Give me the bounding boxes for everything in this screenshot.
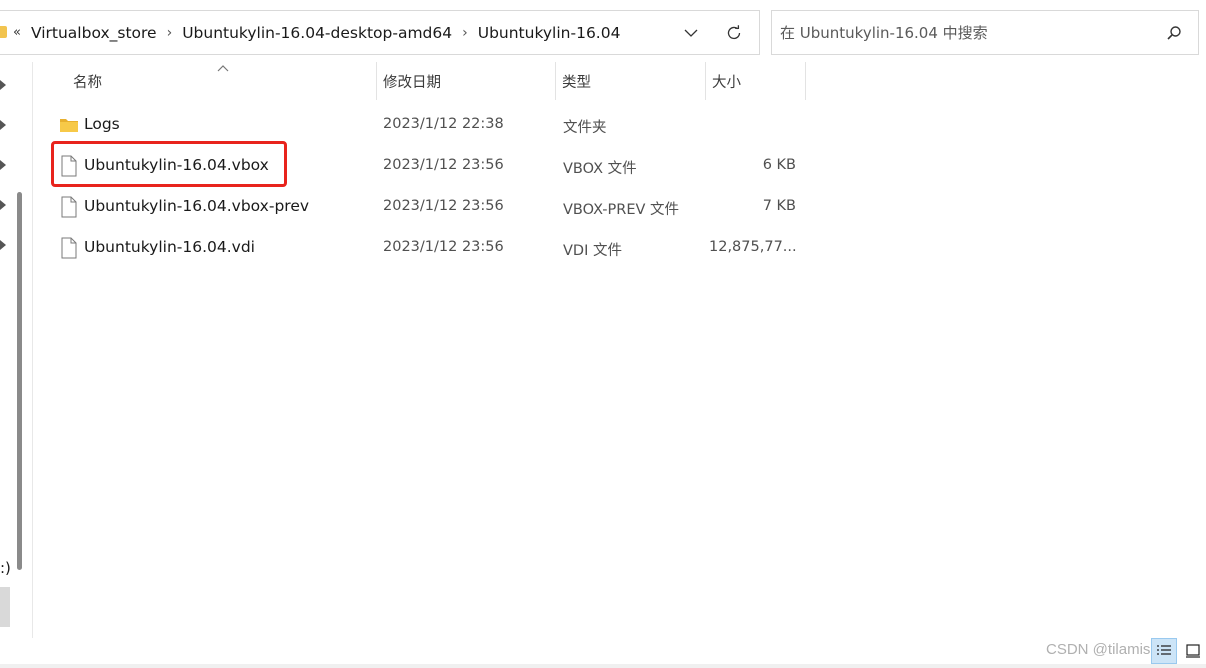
- expand-arrow-icon[interactable]: [0, 120, 8, 130]
- file-list: 名称 修改日期 类型 大小 Logs 2023/1/12 22:38 文件夹 U…: [33, 62, 1206, 638]
- file-type: VBOX-PREV 文件: [563, 202, 680, 218]
- details-view-icon: [1157, 645, 1171, 655]
- expand-arrow-icon[interactable]: [0, 200, 8, 210]
- chevron-down-icon: [684, 29, 698, 37]
- large-icons-view-button[interactable]: [1180, 638, 1206, 664]
- watermark: CSDN @tilamisu: [1046, 641, 1159, 658]
- breadcrumb: « Virtualbox_store › Ubuntukylin-16.04-d…: [13, 11, 620, 54]
- chevron-right-icon[interactable]: ›: [462, 25, 468, 41]
- file-type: VDI 文件: [563, 243, 622, 259]
- file-size: 12,875,77...: [709, 239, 796, 255]
- breadcrumb-overflow-button[interactable]: «: [13, 25, 21, 40]
- column-header-type[interactable]: 类型: [555, 62, 705, 100]
- column-header-name[interactable]: 名称: [66, 62, 376, 100]
- column-header-size[interactable]: 大小: [705, 62, 805, 100]
- address-bar[interactable]: « Virtualbox_store › Ubuntukylin-16.04-d…: [0, 10, 760, 55]
- file-date: 2023/1/12 23:56: [383, 198, 504, 214]
- file-name: Logs: [84, 115, 120, 133]
- file-row-vbox[interactable]: Ubuntukylin-16.04.vbox 2023/1/12 23:56 V…: [49, 145, 809, 186]
- folder-icon: [0, 26, 7, 38]
- breadcrumb-item-desktop-amd64[interactable]: Ubuntukylin-16.04-desktop-amd64: [182, 24, 452, 42]
- search-button[interactable]: [1164, 23, 1184, 43]
- status-bar: [0, 664, 1206, 668]
- file-row-vbox-prev[interactable]: Ubuntukylin-16.04.vbox-prev 2023/1/12 23…: [49, 186, 809, 227]
- file-icon: [61, 196, 77, 218]
- toolbar: « Virtualbox_store › Ubuntukylin-16.04-d…: [0, 0, 1206, 62]
- file-type: VBOX 文件: [563, 161, 637, 177]
- file-explorer-window: « Virtualbox_store › Ubuntukylin-16.04-d…: [0, 0, 1206, 668]
- breadcrumb-item-virtualbox-store[interactable]: Virtualbox_store: [31, 24, 157, 42]
- file-date: 2023/1/12 22:38: [383, 116, 504, 132]
- refresh-icon: [727, 25, 741, 40]
- file-type: 文件夹: [563, 120, 607, 136]
- nav-selected-item[interactable]: [0, 587, 10, 627]
- address-history-dropdown[interactable]: [681, 24, 701, 42]
- nav-item-drive-label[interactable]: :): [0, 559, 11, 577]
- details-view-button[interactable]: [1151, 638, 1177, 664]
- column-divider[interactable]: [805, 62, 806, 100]
- file-date: 2023/1/12 23:56: [383, 239, 504, 255]
- expand-arrow-icon[interactable]: [0, 160, 8, 170]
- file-size: 7 KB: [762, 198, 796, 214]
- file-icon: [61, 155, 77, 177]
- expand-arrow-icon[interactable]: [0, 80, 8, 90]
- file-row-logs[interactable]: Logs 2023/1/12 22:38 文件夹: [49, 104, 809, 145]
- navigation-scrollbar[interactable]: [17, 192, 22, 570]
- column-header-date[interactable]: 修改日期: [376, 62, 555, 100]
- refresh-button[interactable]: [723, 22, 745, 44]
- search-box[interactable]: [771, 10, 1199, 55]
- file-name: Ubuntukylin-16.04.vdi: [84, 238, 255, 256]
- file-date: 2023/1/12 23:56: [383, 157, 504, 173]
- file-name: Ubuntukylin-16.04.vbox-prev: [84, 197, 310, 215]
- search-icon: [1167, 26, 1181, 40]
- file-size: 6 KB: [762, 157, 796, 173]
- file-icon: [61, 237, 77, 259]
- navigation-pane: :): [0, 62, 33, 668]
- chevron-right-icon[interactable]: ›: [167, 25, 173, 41]
- expand-arrow-icon[interactable]: [0, 240, 8, 250]
- file-row-vdi[interactable]: Ubuntukylin-16.04.vdi 2023/1/12 23:56 VD…: [49, 227, 809, 268]
- folder-icon: [60, 119, 78, 132]
- file-name: Ubuntukylin-16.04.vbox: [84, 156, 269, 174]
- large-icons-view-icon: [1186, 644, 1200, 658]
- breadcrumb-item-ubuntukylin[interactable]: Ubuntukylin-16.04: [478, 24, 621, 42]
- search-input[interactable]: [780, 21, 1150, 45]
